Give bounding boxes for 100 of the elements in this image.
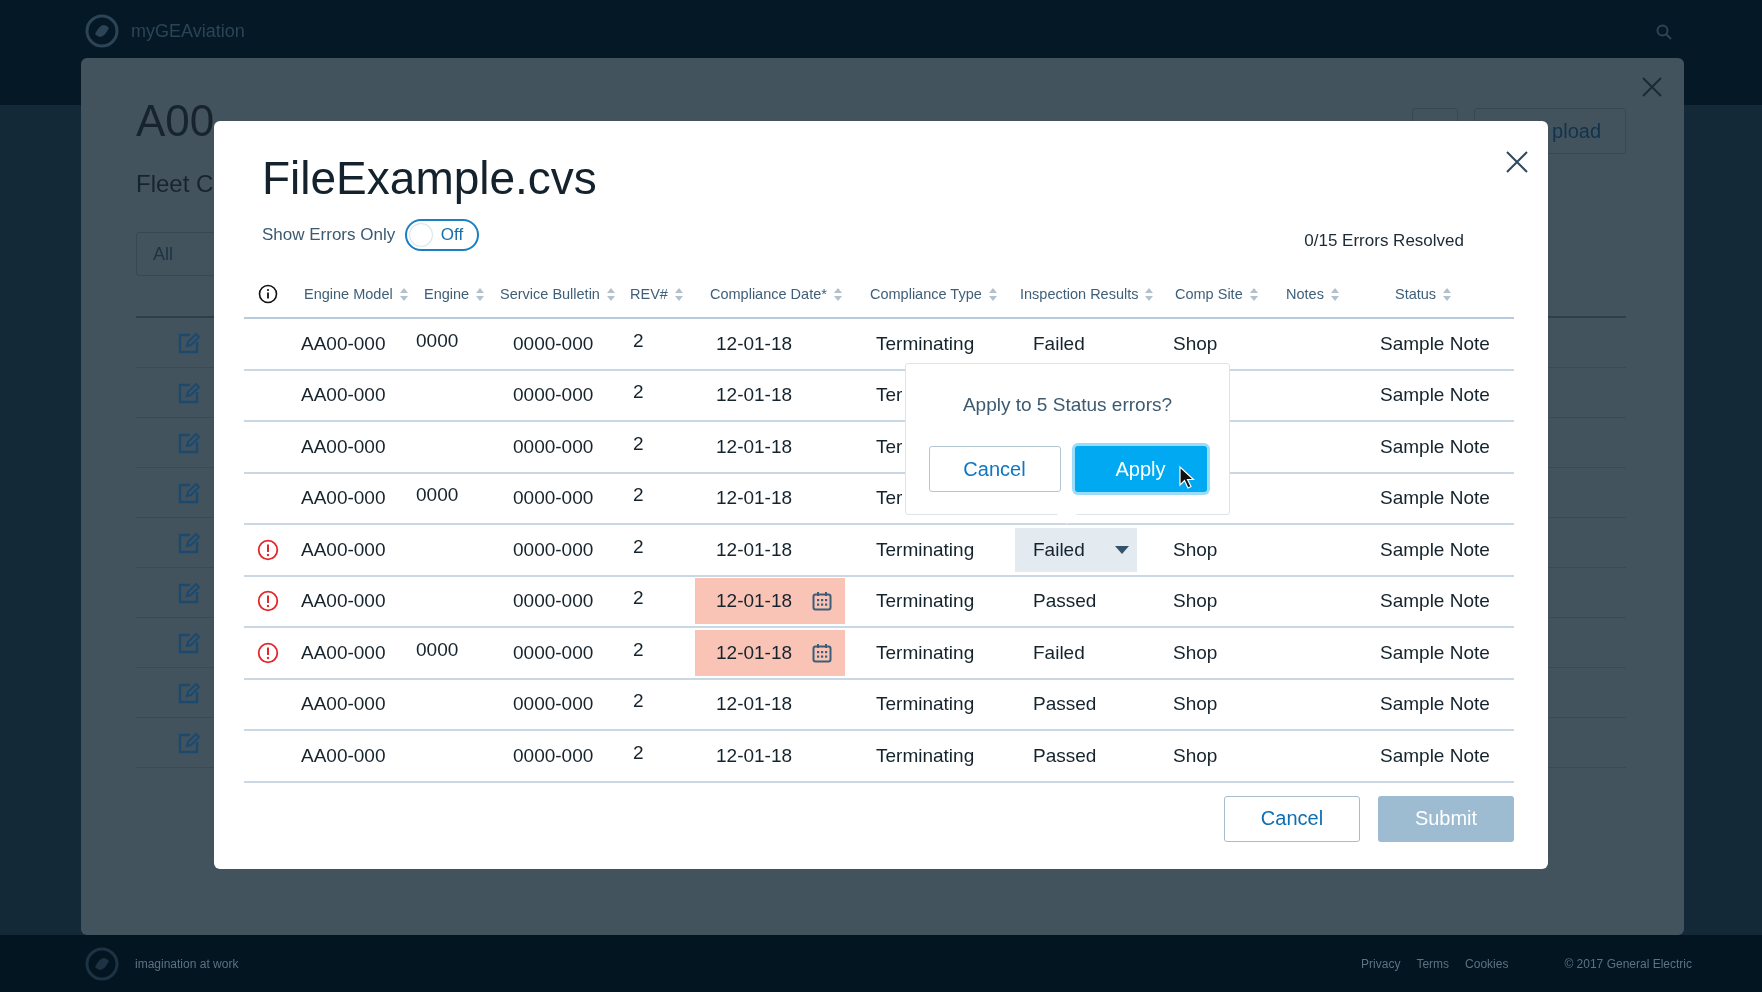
edit-icon[interactable] [178,431,200,454]
edit-icon[interactable] [178,581,200,604]
table-cell-text: 12-01-18 [715,538,793,561]
table-cell: Sample Note [1380,384,1490,407]
column-header[interactable]: Inspection Results [1020,286,1139,302]
table-cell: Terminating [876,641,975,664]
table-cell: 2 [633,381,644,404]
copyright: © 2017 General Electric [1564,956,1692,971]
table-cell: Shop [1173,744,1218,767]
logo-icon [85,14,119,48]
dialog-button[interactable]: Cancel [1224,795,1360,842]
sort-icon[interactable] [1330,287,1339,301]
table-cell: Sample Note [1380,332,1490,355]
table-cell: 0000-000 [513,641,594,664]
sort-icon[interactable] [476,287,485,301]
column-header[interactable]: Comp Site [1175,286,1243,302]
table-cell: Terminating [876,693,975,716]
table-cell: Sample Note [1380,590,1490,613]
sort-icon[interactable] [674,287,683,301]
date-field[interactable]: 12-01-18 [695,578,845,625]
table-cell-text: Passed [1032,590,1097,613]
table-cell: Shop [1173,332,1218,355]
logo-icon [85,946,119,981]
table-cell-text: 12-01-18 [715,332,793,355]
table-cell: AA00-000 [301,641,386,664]
table-cell: 0000 [416,329,459,352]
column-header[interactable]: Notes [1286,286,1324,302]
sort-icon[interactable] [606,287,615,301]
table-cell: Sample Note [1380,693,1490,716]
table-cell: Sample Note [1380,641,1490,664]
table-cell: AA00-000 [301,590,386,613]
column-header[interactable]: Compliance Type [870,286,982,302]
edit-icon[interactable] [178,531,200,554]
table-cell: 0000-000 [513,487,594,510]
error-icon [257,590,279,613]
table-row[interactable]: AA00-000 0000-000 2 12-01-18 Terminating Passed Shop Sample Note [244,731,1514,783]
table-cell: Sample Note [1380,487,1490,510]
table-cell: Terminating [876,590,975,613]
edit-icon[interactable] [178,731,200,754]
table-cell: Shop [1173,590,1218,613]
table-cell: 0000-000 [513,744,594,767]
result-dropdown[interactable]: Failed [1015,527,1137,572]
sort-icon[interactable] [399,287,408,301]
footer-link[interactable]: Terms [1416,956,1450,971]
sort-icon[interactable] [1249,287,1258,301]
table-cell: 0000-000 [513,435,594,458]
error-icon [257,641,279,664]
calendar-icon[interactable] [812,642,833,663]
table-cell: Shop [1173,538,1218,561]
table-cell: Terminating [876,332,975,355]
table-cell: 2 [633,587,644,610]
table-cell-text: 12-01-18 [715,384,793,407]
table-cell: Sample Note [1380,744,1490,767]
edit-icon[interactable] [178,331,200,354]
table-cell: 0000 [416,638,459,661]
column-header[interactable]: REV# [630,286,668,302]
popover-button[interactable]: Cancel [928,446,1061,492]
sort-icon[interactable] [833,287,842,301]
table-cell: AA00-000 [301,384,386,407]
table-cell-text: Passed [1032,744,1097,767]
table-cell: 2 [633,690,644,713]
info-icon [258,284,278,304]
caret-icon [1114,545,1129,554]
table-row[interactable]: AA00-000 0000-000 2 12-01-18 Terminating Passed Shop Sample Note [244,679,1514,731]
edit-icon[interactable] [178,631,200,654]
table-cell-text: 12-01-18 [715,487,793,510]
sort-icon[interactable] [988,287,997,301]
date-field[interactable]: 12-01-18 [695,629,845,676]
table-row[interactable]: AA00-000 0000-000 2 12-01-18 Terminating Passed Shop Sample Note [244,576,1514,628]
toggle-switch[interactable]: Off [405,219,480,251]
table-cell: 0000-000 [513,384,594,407]
footer-link[interactable]: Cookies [1465,956,1509,971]
table-row[interactable]: AA00-000 0000-000 2 12-01-18 Terminating Failed Shop Sample Note [244,525,1514,577]
toggle-label: Show Errors Only [262,225,396,245]
search-icon[interactable] [1656,24,1672,40]
table-row[interactable]: AA00-000 0000 0000-000 2 12-01-18 Terminating Failed Shop Sample Note [244,628,1514,680]
tagline: imagination at work [135,956,239,971]
column-header[interactable]: Compliance Date* [710,286,827,302]
table-cell-text: Failed [1032,332,1085,355]
table-cell: 0000-000 [513,590,594,613]
close-icon[interactable] [1506,151,1528,173]
sort-icon[interactable] [1145,287,1154,301]
table-cell: 0000-000 [513,332,594,355]
edit-icon[interactable] [178,481,200,504]
calendar-icon[interactable] [812,591,833,612]
edit-icon[interactable] [178,381,200,404]
column-header[interactable]: Service Bulletin [500,286,600,302]
table-cell: 2 [633,329,644,352]
edit-icon[interactable] [178,681,200,704]
column-header[interactable]: Status [1395,286,1437,302]
table-cell: 0000-000 [513,538,594,561]
table-cell: Shop [1173,693,1218,716]
table-cell: 2 [633,638,644,661]
table-cell-text: Passed [1032,693,1097,716]
dialog-title: FileExample.cvs [262,151,598,205]
column-header[interactable]: Engine Model [304,286,393,302]
footer-link[interactable]: Privacy [1361,956,1401,971]
column-header[interactable]: Engine [424,286,470,302]
sort-icon[interactable] [1443,287,1452,301]
table-cell: 2 [633,484,644,507]
